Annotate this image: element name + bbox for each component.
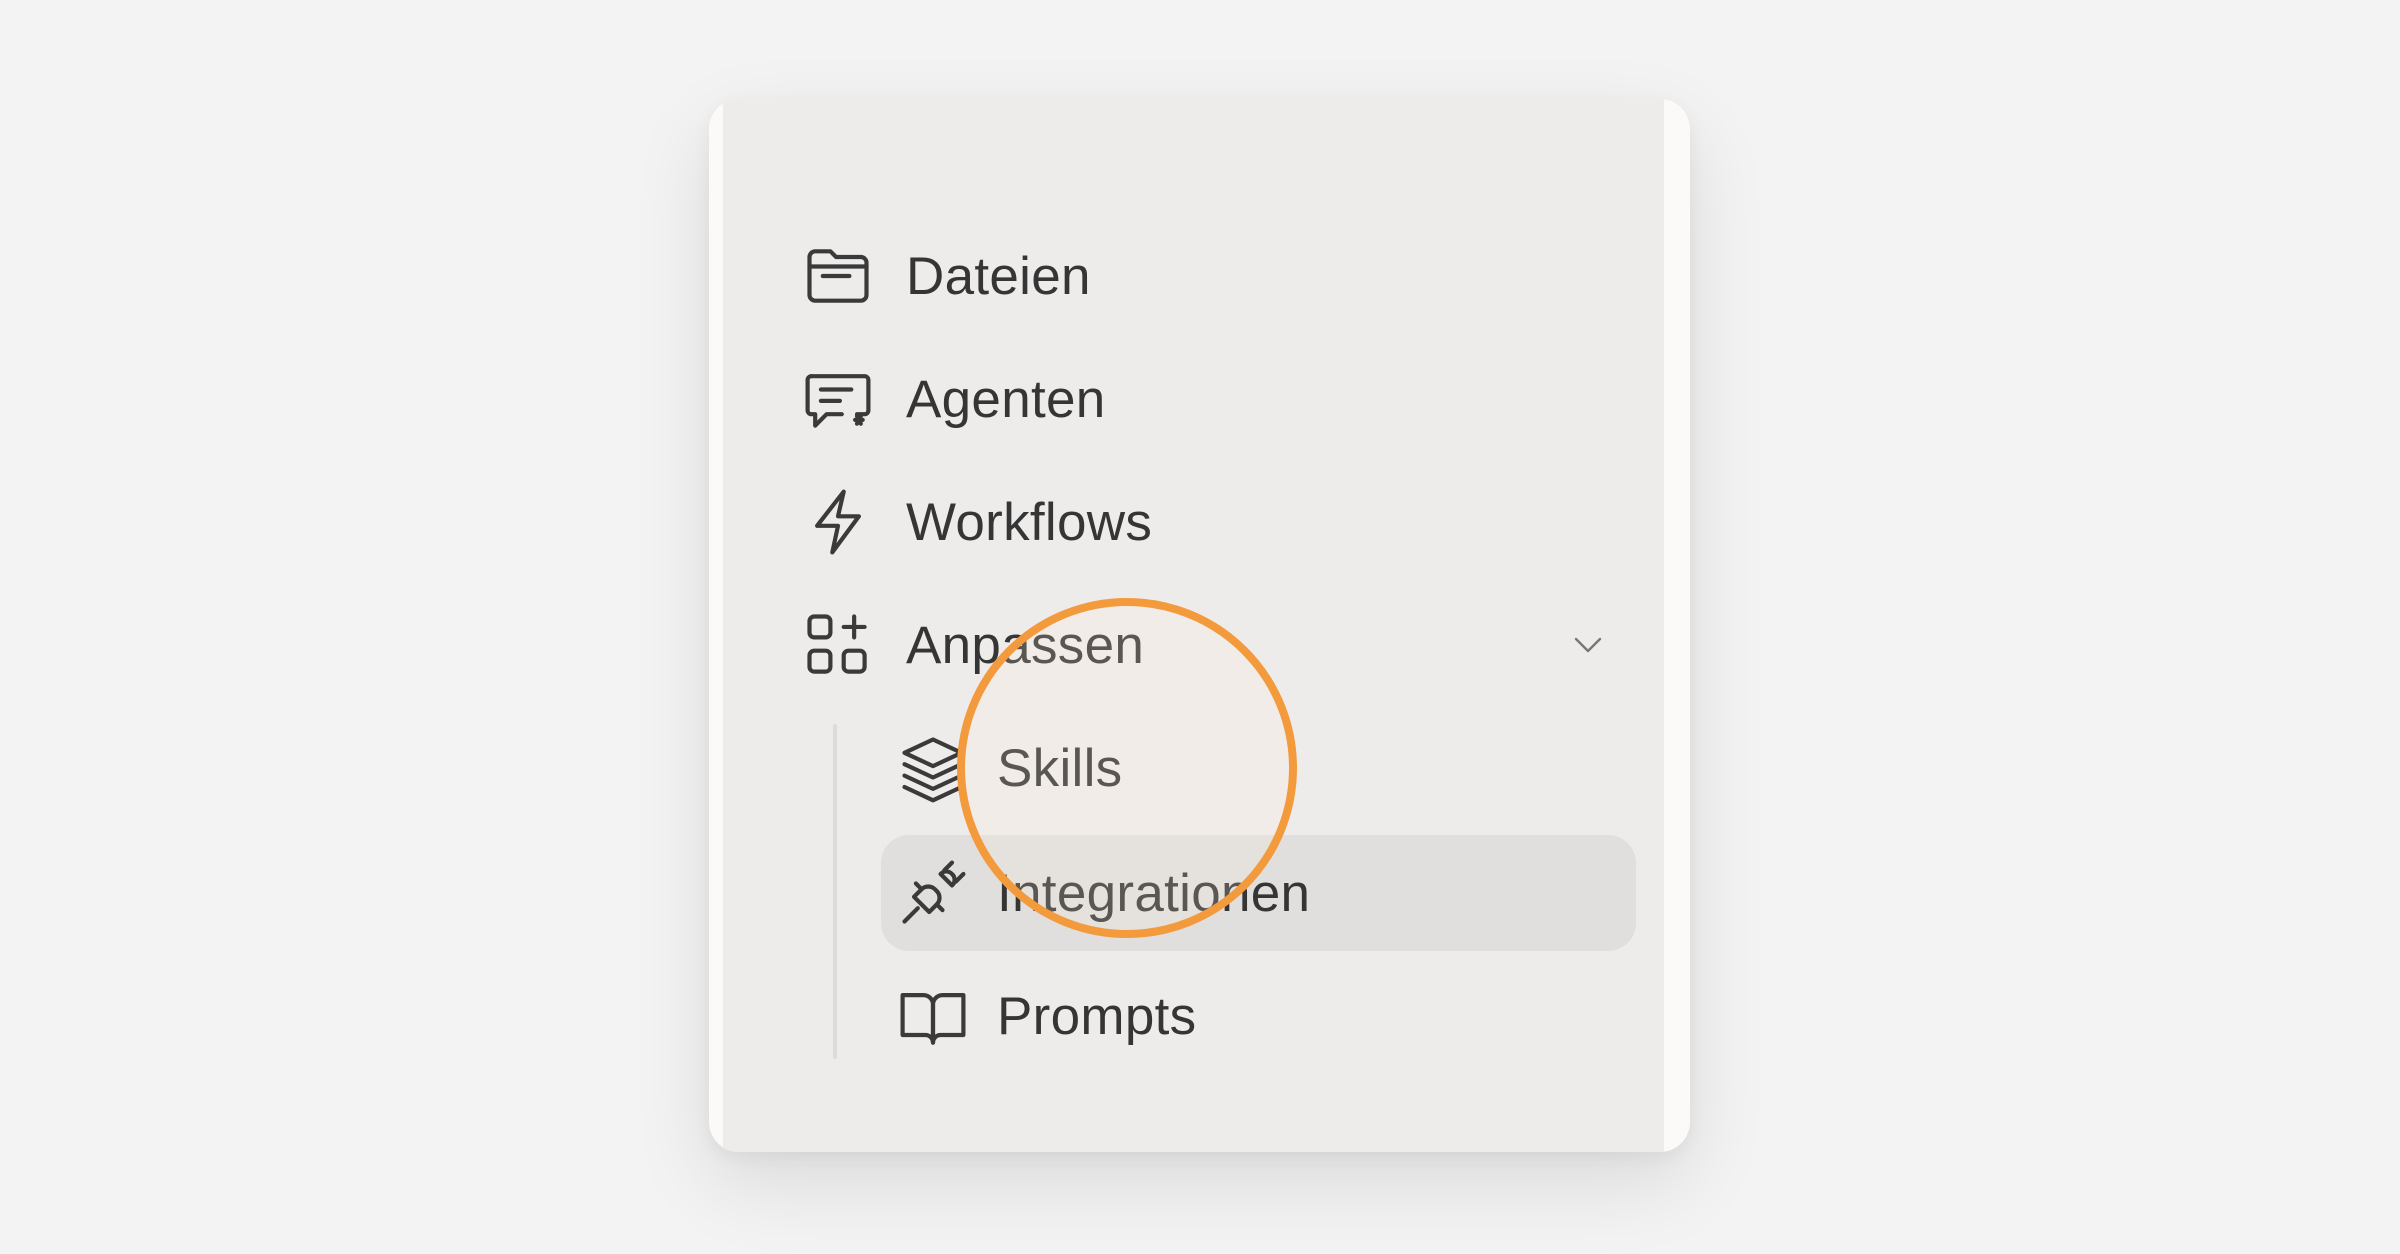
sidebar-item-label: Dateien	[906, 246, 1091, 306]
sidebar-item-integrationen[interactable]: Integrationen	[881, 835, 1636, 951]
lightning-icon	[798, 482, 878, 562]
book-icon	[893, 976, 973, 1056]
sidebar-item-prompts[interactable]: Prompts	[881, 961, 1636, 1071]
apps-add-icon	[798, 605, 878, 685]
chat-agent-icon	[798, 359, 878, 439]
section-header-agenten[interactable]: Agenten	[800, 1144, 1005, 1152]
layers-icon	[893, 728, 973, 808]
sidebar-item-label: Skills	[997, 738, 1123, 798]
section-header-label: Agenten	[800, 1144, 971, 1152]
plug-icon	[893, 853, 973, 933]
sidebar-item-label: Agenten	[906, 369, 1106, 429]
sidebar-item-label: Workflows	[906, 492, 1153, 552]
sidebar-item-agenten[interactable]: Agenten	[798, 344, 1618, 454]
sidebar-item-skills[interactable]: Skills	[881, 713, 1636, 823]
sidebar-item-label: Prompts	[997, 986, 1197, 1046]
tree-connector	[833, 724, 837, 1059]
sidebar-item-anpassen[interactable]: Anpassen	[798, 590, 1618, 700]
sidebar-card: Dateien Agenten Workflows Anpassen Skill…	[709, 99, 1690, 1152]
sidebar-item-label: Integrationen	[997, 863, 1311, 923]
sidebar-item-workflows[interactable]: Workflows	[798, 467, 1618, 577]
sidebar: Dateien Agenten Workflows Anpassen Skill…	[723, 99, 1664, 1152]
sidebar-item-dateien[interactable]: Dateien	[798, 221, 1618, 331]
folder-icon	[798, 236, 878, 316]
chevron-down-icon[interactable]	[1570, 630, 1606, 660]
sidebar-item-label: Anpassen	[906, 615, 1145, 675]
